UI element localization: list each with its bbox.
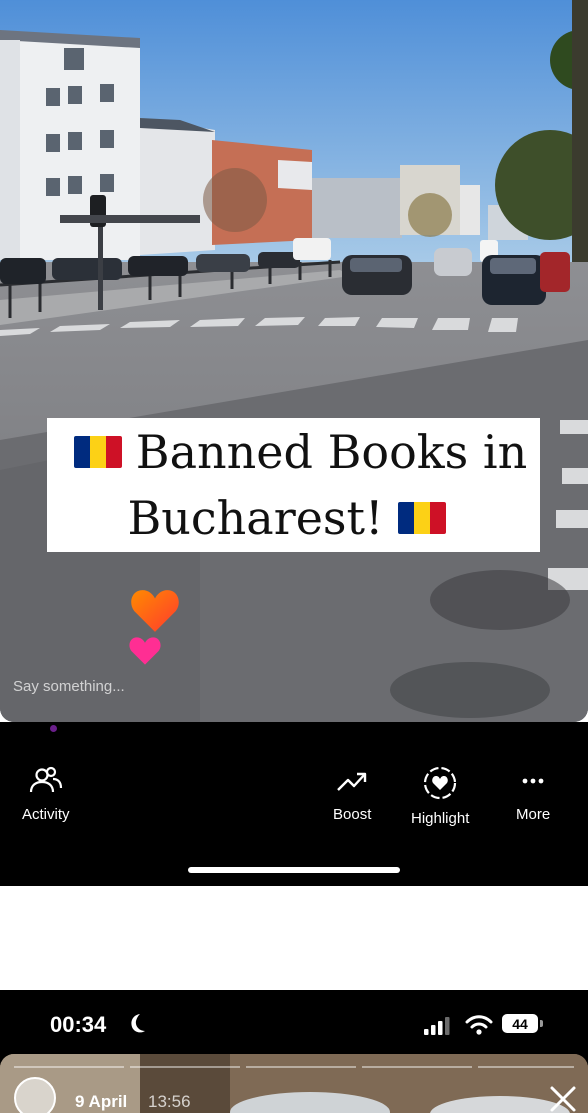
battery-cap xyxy=(540,1020,543,1027)
caption-text-2: Bucharest! xyxy=(127,491,384,545)
story-caption: Banned Books in Bucharest! xyxy=(47,418,540,552)
more-label: More xyxy=(516,806,551,823)
story-video[interactable]: Banned Books in Bucharest! Say something… xyxy=(0,0,588,722)
street-scene-image xyxy=(0,0,588,722)
moon-icon xyxy=(131,1014,145,1033)
story-progress-segment xyxy=(14,1066,124,1068)
story-toolbar: Activity Boost Highlight More xyxy=(0,722,588,886)
highlight-button[interactable]: Highlight xyxy=(411,766,469,827)
people-icon xyxy=(29,766,62,793)
home-indicator[interactable] xyxy=(188,867,400,873)
boost-label: Boost xyxy=(333,806,372,823)
story-progress-segment xyxy=(130,1066,240,1068)
story-progress-segment xyxy=(478,1066,574,1068)
ellipsis-icon xyxy=(522,778,544,784)
highlight-label: Highlight xyxy=(411,810,470,827)
caption-text-1: Banned Books in xyxy=(135,425,528,479)
story-preview[interactable]: 9 April 13:56 xyxy=(0,1054,588,1113)
close-icon[interactable] xyxy=(548,1084,578,1113)
heart-reaction-icon xyxy=(131,590,179,632)
trending-up-icon xyxy=(337,772,367,791)
activity-button[interactable]: Activity xyxy=(22,766,70,823)
comment-input[interactable]: Say something... xyxy=(13,678,125,695)
caption-line-2: Bucharest! xyxy=(127,485,459,551)
heart-circle-icon xyxy=(424,766,457,800)
activity-label: Activity xyxy=(22,806,70,823)
status-time: 00:34 xyxy=(50,1012,107,1037)
battery-icon: 44 xyxy=(502,1014,538,1033)
story-progress-segment xyxy=(362,1066,472,1068)
boost-button[interactable]: Boost xyxy=(333,766,371,823)
caption-line-1: Banned Books in xyxy=(60,419,527,485)
avatar[interactable] xyxy=(14,1077,56,1113)
more-button[interactable]: More xyxy=(516,766,550,823)
heart-reaction-icon xyxy=(129,637,161,665)
story-time: 13:56 xyxy=(148,1092,191,1111)
romania-flag-icon xyxy=(397,502,446,534)
indicator-dot xyxy=(50,725,57,732)
second-screenshot: 00:34 44 9 April 13:56 xyxy=(0,990,588,1113)
story-progress-segment xyxy=(246,1066,356,1068)
signal-icon xyxy=(424,1017,450,1035)
wifi-icon xyxy=(465,1015,493,1035)
story-date: 9 April xyxy=(75,1092,128,1111)
romania-flag-icon xyxy=(73,436,122,468)
